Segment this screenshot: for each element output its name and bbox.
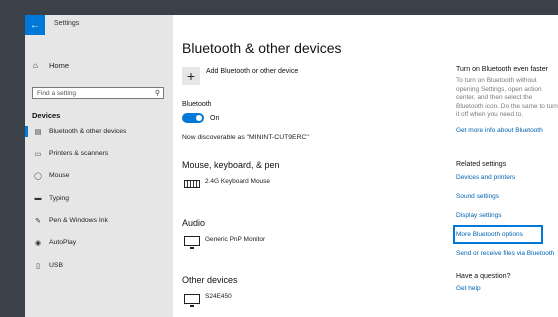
monitor-icon <box>184 294 200 307</box>
bluetooth-label: Bluetooth <box>182 101 212 108</box>
sidebar-item-label: Typing <box>49 195 70 202</box>
search-input[interactable]: Find a setting ⚲ <box>32 87 164 99</box>
title-bar: ← Settings <box>25 15 173 35</box>
search-placeholder: Find a setting <box>37 90 77 97</box>
settings-window: ← Settings ⌂ Home Find a setting ⚲ Devic… <box>25 15 558 317</box>
bluetooth-info-link[interactable]: Get more info about Bluetooth <box>456 127 558 134</box>
discoverable-text: Now discoverable as "MININT-CUT9ERC" <box>182 134 309 141</box>
sidebar-item-bluetooth[interactable]: ▤ Bluetooth & other devices <box>25 124 173 139</box>
devices-printers-link[interactable]: Devices and printers <box>456 174 558 181</box>
bluetooth-toggle[interactable] <box>182 113 204 123</box>
home-label: Home <box>49 61 70 70</box>
back-button[interactable]: ← <box>25 15 45 35</box>
group-title-input: Mouse, keyboard, & pen <box>182 160 280 170</box>
section-header-devices: Devices <box>32 111 61 120</box>
printer-icon: ▭ <box>34 150 42 158</box>
question-title: Have a question? <box>456 273 511 280</box>
sidebar-item-label: Pen & Windows Ink <box>49 217 108 224</box>
device-name[interactable]: Generic PnP Monitor <box>205 236 265 243</box>
send-receive-files-link[interactable]: Send or receive files via Bluetooth <box>456 250 558 257</box>
keyboard-icon: ▬ <box>34 195 42 202</box>
mouse-icon: ◯ <box>34 172 42 180</box>
sidebar-item-usb[interactable]: ▯ USB <box>25 258 173 273</box>
add-device-label[interactable]: Add Bluetooth or other device <box>206 68 298 75</box>
app-title: Settings <box>54 20 80 27</box>
related-settings-title: Related settings <box>456 161 507 168</box>
get-help-link[interactable]: Get help <box>456 285 558 292</box>
plus-icon: + <box>186 68 196 84</box>
autoplay-icon: ◉ <box>34 239 42 247</box>
group-title-other: Other devices <box>182 275 238 285</box>
main-content: Bluetooth & other devices + Add Bluetoot… <box>173 15 558 317</box>
sidebar-item-label: Mouse <box>49 172 70 179</box>
pen-icon: ✎ <box>35 217 41 225</box>
search-icon[interactable]: ⚲ <box>155 88 160 100</box>
add-device-button[interactable]: + <box>182 67 200 85</box>
page-title: Bluetooth & other devices <box>182 40 342 56</box>
monitor-icon <box>184 236 200 249</box>
more-bluetooth-options-link[interactable]: More Bluetooth options <box>456 231 558 238</box>
keyboard-icon <box>184 180 200 188</box>
device-name[interactable]: 2.4G Keyboard Mouse <box>205 178 270 185</box>
sidebar-item-autoplay[interactable]: ◉ AutoPlay <box>25 235 173 250</box>
home-icon: ⌂ <box>33 61 38 70</box>
sidebar-item-printers[interactable]: ▭ Printers & scanners <box>25 146 173 161</box>
sidebar-item-label: AutoPlay <box>49 239 77 246</box>
sidebar-item-typing[interactable]: ▬ Typing <box>25 191 173 206</box>
sidebar: ⌂ Home Find a setting ⚲ Devices ▤ Blueto… <box>25 35 173 317</box>
sidebar-item-label: Printers & scanners <box>49 150 109 157</box>
sidebar-item-label: USB <box>49 262 63 269</box>
sidebar-item-label: Bluetooth & other devices <box>49 128 127 135</box>
device-name[interactable]: S24E450 <box>205 293 232 300</box>
tip-text: To turn on Bluetooth without opening Set… <box>456 77 558 118</box>
group-title-audio: Audio <box>182 218 206 228</box>
bluetooth-devices-icon: ▤ <box>34 128 42 136</box>
nav-home[interactable]: ⌂ Home <box>33 61 69 70</box>
display-settings-link[interactable]: Display settings <box>456 212 558 219</box>
sidebar-item-pen[interactable]: ✎ Pen & Windows Ink <box>25 213 173 228</box>
toggle-state: On <box>210 115 220 122</box>
back-arrow-icon: ← <box>30 19 40 31</box>
sidebar-item-mouse[interactable]: ◯ Mouse <box>25 168 173 183</box>
sound-settings-link[interactable]: Sound settings <box>456 193 558 200</box>
usb-icon: ▯ <box>36 262 40 270</box>
tip-title: Turn on Bluetooth even faster <box>456 66 548 73</box>
